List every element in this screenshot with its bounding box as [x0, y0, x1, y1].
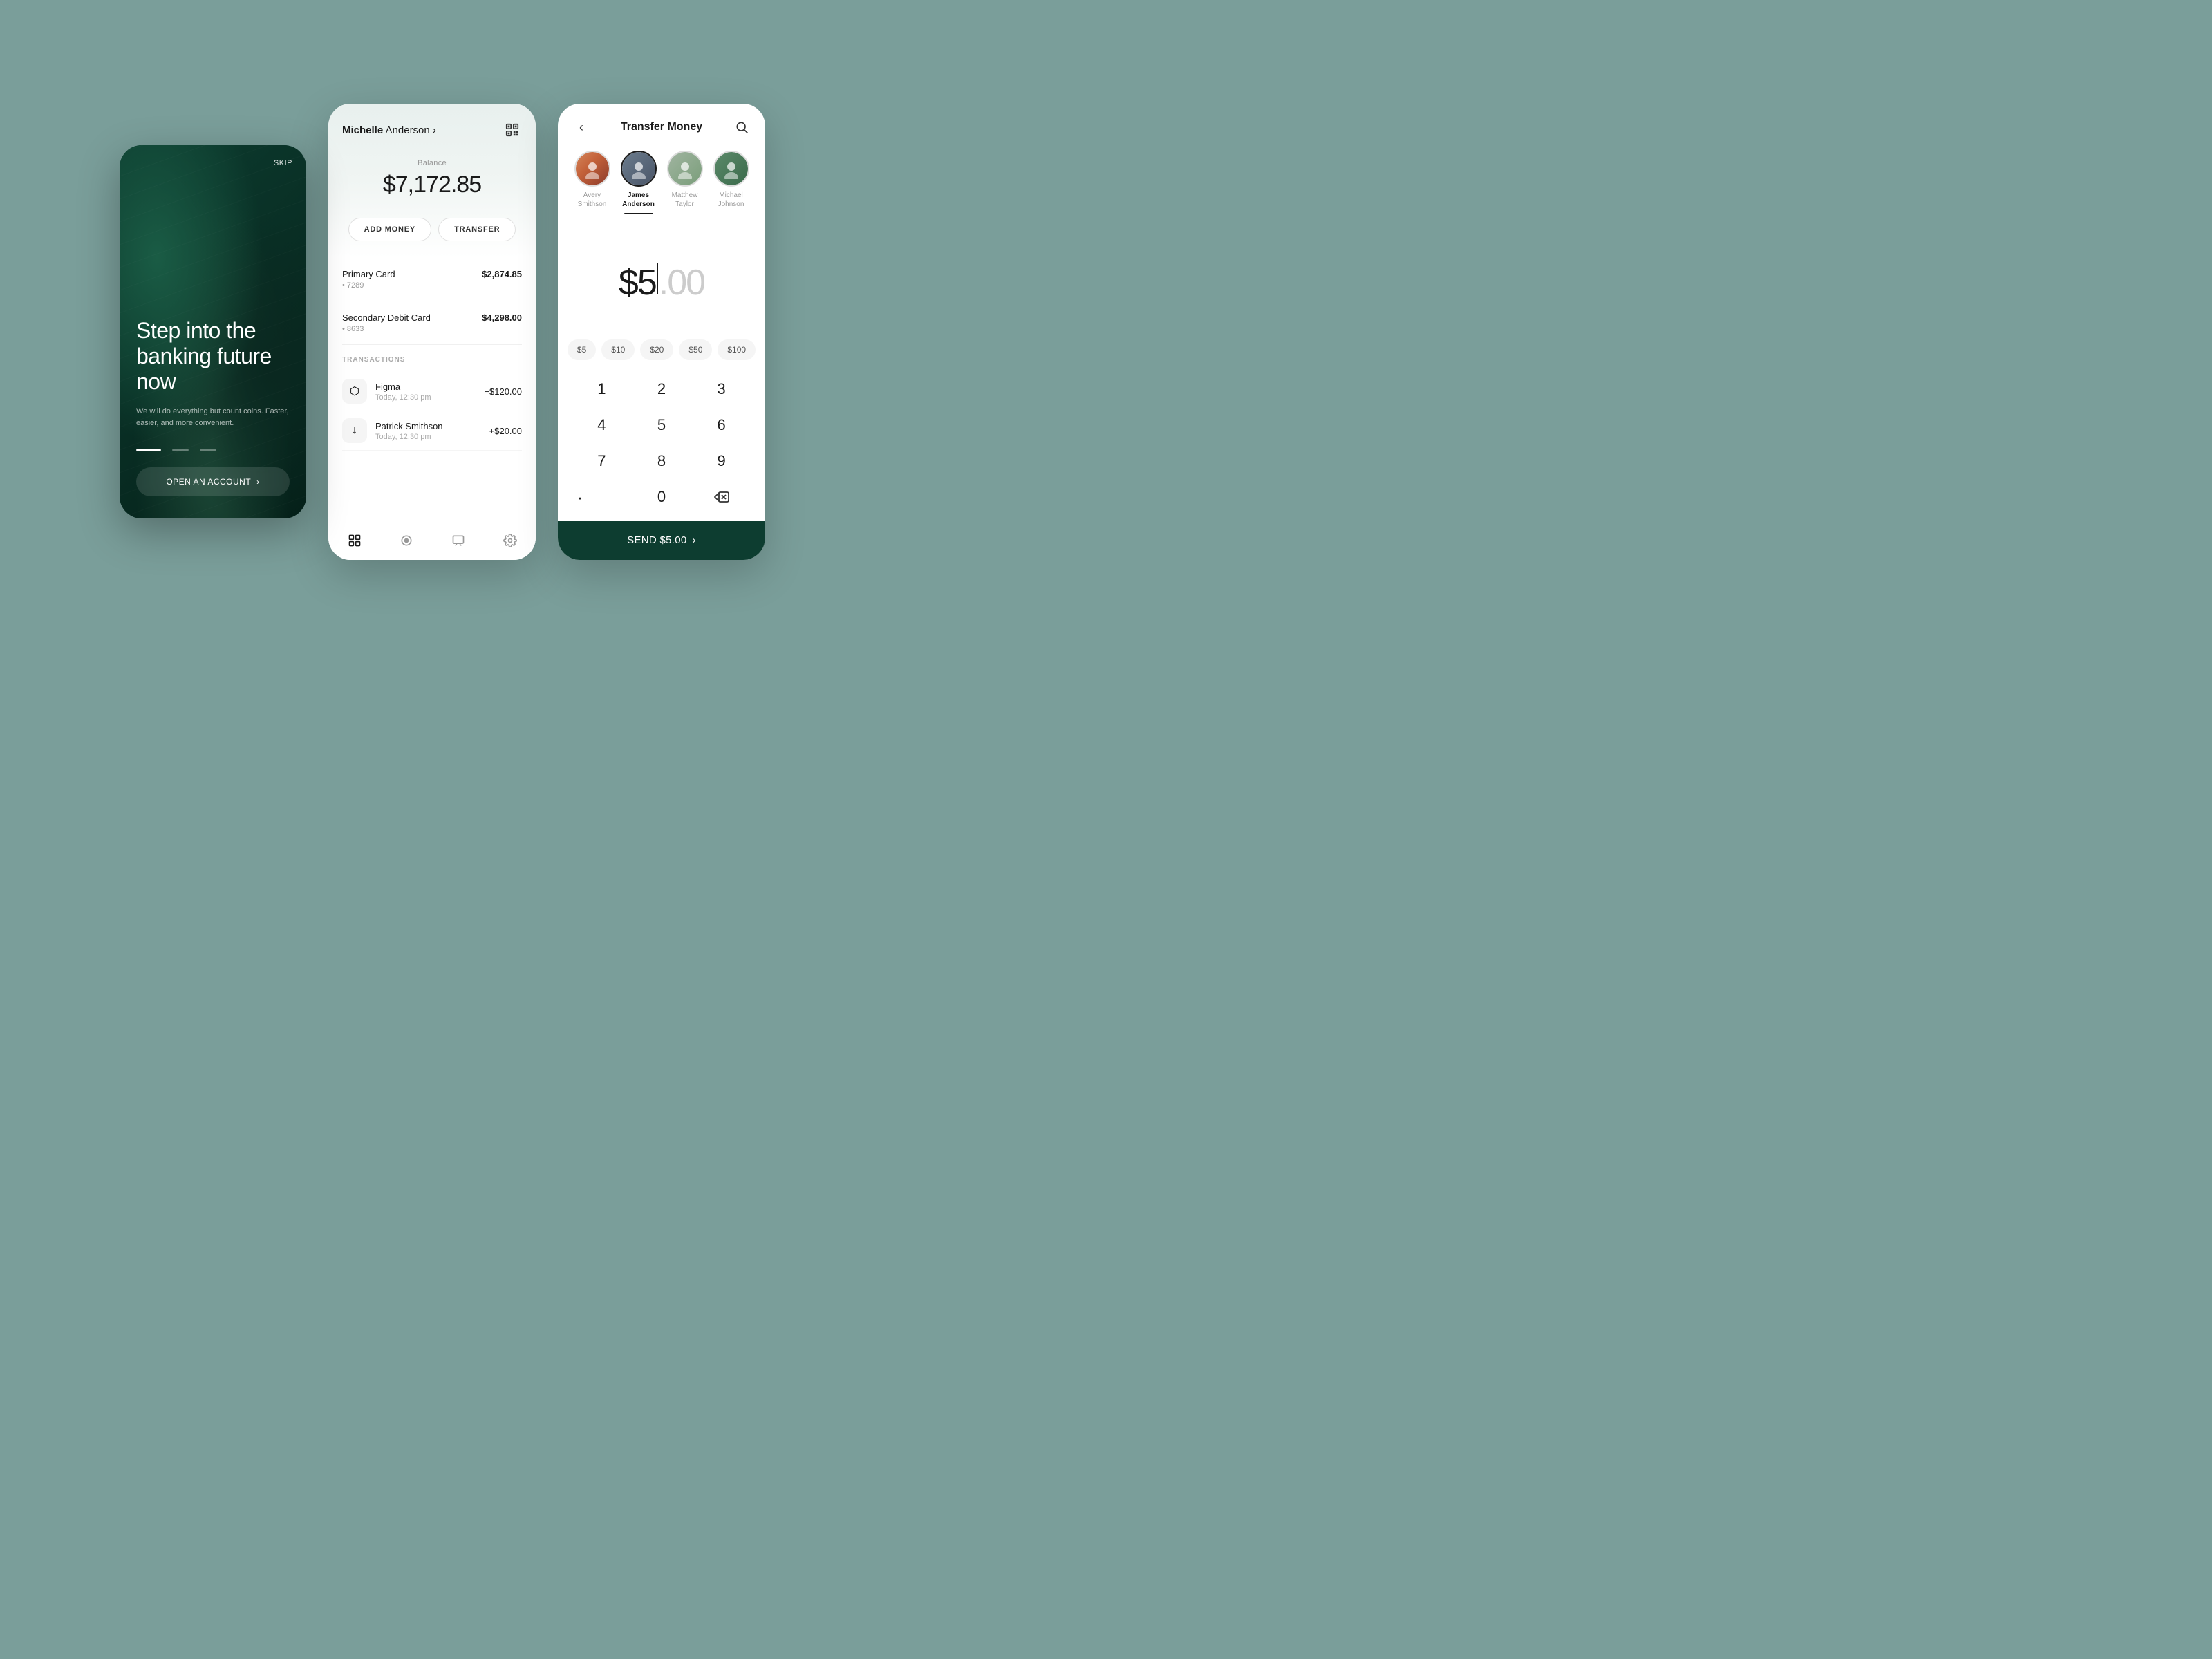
dashboard-header: Michelle Anderson ›: [328, 104, 536, 258]
key-8[interactable]: 8: [632, 443, 692, 479]
quick-20[interactable]: $20: [640, 339, 673, 360]
contact-name-michael: MichaelJohnson: [718, 191, 744, 209]
cursor: [657, 263, 658, 294]
key-9[interactable]: 9: [691, 443, 751, 479]
tx-name-patrick: Patrick Smithson: [375, 421, 481, 431]
transfer-header: ‹ Transfer Money: [558, 104, 765, 145]
quick-5[interactable]: $5: [568, 339, 596, 360]
secondary-card-amount: $4,298.00: [482, 312, 522, 323]
tx-amount-patrick: +$20.00: [489, 426, 522, 436]
onboarding-headline: Step into the banking future now: [136, 318, 290, 394]
card-number: • 7289: [342, 281, 522, 290]
tx-date-figma: Today, 12:30 pm: [375, 393, 476, 402]
tx-amount-figma: −$120.00: [484, 386, 522, 397]
contact-michael[interactable]: MichaelJohnson: [709, 151, 753, 214]
nav-settings-icon[interactable]: [500, 531, 520, 550]
key-6[interactable]: 6: [691, 407, 751, 443]
contact-james[interactable]: JamesAnderson: [617, 151, 661, 214]
selected-indicator: [624, 213, 653, 214]
search-button[interactable]: [732, 118, 751, 137]
transaction-patrick: ↓ Patrick Smithson Today, 12:30 pm +$20.…: [342, 411, 522, 451]
amount-text: $5 .00: [619, 262, 704, 303]
avatar-james: [621, 151, 657, 187]
amount-main: $5: [619, 262, 656, 303]
secondary-card-name: Secondary Debit Card: [342, 312, 431, 323]
amount-decimal: .00: [659, 262, 704, 303]
numpad: 1 2 3 4 5 6 7 8 9 · 0: [558, 368, 765, 521]
key-5[interactable]: 5: [632, 407, 692, 443]
key-backspace[interactable]: [691, 479, 751, 515]
avatar-matthew: [667, 151, 703, 187]
back-button[interactable]: ‹: [572, 118, 591, 137]
tx-name-figma: Figma: [375, 382, 476, 392]
dot-1: [136, 449, 161, 451]
skip-button[interactable]: SKIP: [274, 159, 292, 167]
balance-amount: $7,172.85: [342, 171, 522, 198]
screen-transfer: ‹ Transfer Money AverySmithson: [558, 104, 765, 560]
onboarding-content: Step into the banking future now We will…: [136, 318, 290, 496]
quick-50[interactable]: $50: [679, 339, 712, 360]
card-row: Primary Card $2,874.85: [342, 269, 522, 279]
dashboard-top-row: Michelle Anderson ›: [342, 120, 522, 140]
bottom-navigation: [328, 521, 536, 560]
primary-card-item: Primary Card $2,874.85 • 7289: [342, 258, 522, 301]
tx-info-patrick: Patrick Smithson Today, 12:30 pm: [375, 421, 481, 441]
qr-icon[interactable]: [503, 120, 522, 140]
tx-info-figma: Figma Today, 12:30 pm: [375, 382, 476, 402]
send-button[interactable]: SEND $5.00 ›: [558, 521, 765, 560]
balance-label: Balance: [342, 159, 522, 167]
key-7[interactable]: 7: [572, 443, 632, 479]
quick-100[interactable]: $100: [718, 339, 756, 360]
card-row-2: Secondary Debit Card $4,298.00: [342, 312, 522, 323]
screen-dashboard: Michelle Anderson ›: [328, 104, 536, 560]
key-2[interactable]: 2: [632, 371, 692, 407]
user-name-header: Michelle Anderson ›: [342, 124, 436, 136]
dot-3: [200, 449, 216, 451]
nav-circle-icon[interactable]: [397, 531, 416, 550]
avatar-avery: [574, 151, 610, 187]
transaction-figma: ⬡ Figma Today, 12:30 pm −$120.00: [342, 372, 522, 411]
open-account-button[interactable]: OPEN AN ACCOUNT ›: [136, 467, 290, 496]
card-name: Primary Card: [342, 269, 395, 279]
quick-10[interactable]: $10: [601, 339, 635, 360]
contact-matthew[interactable]: MatthewTaylor: [663, 151, 707, 214]
card-amount: $2,874.85: [482, 269, 522, 279]
onboarding-subtitle: We will do everything but count coins. F…: [136, 406, 290, 430]
tx-date-patrick: Today, 12:30 pm: [375, 433, 481, 441]
action-buttons: ADD MONEY TRANSFER: [342, 209, 522, 244]
transactions-label: TRANSACTIONS: [342, 356, 522, 364]
transfer-title: Transfer Money: [621, 121, 702, 133]
send-label: SEND $5.00: [627, 534, 686, 546]
key-4[interactable]: 4: [572, 407, 632, 443]
nav-chat-icon[interactable]: [449, 531, 468, 550]
secondary-card-number: • 8633: [342, 325, 522, 333]
balance-section: Balance $7,172.85: [342, 153, 522, 209]
transfer-button[interactable]: TRANSFER: [438, 218, 516, 241]
key-3[interactable]: 3: [691, 371, 751, 407]
secondary-card-item: Secondary Debit Card $4,298.00 • 8633: [342, 301, 522, 345]
contact-name-matthew: MatthewTaylor: [672, 191, 698, 209]
transactions-section: TRANSACTIONS ⬡ Figma Today, 12:30 pm −$1…: [342, 345, 522, 456]
key-1[interactable]: 1: [572, 371, 632, 407]
add-money-button[interactable]: ADD MONEY: [348, 218, 431, 241]
progress-dots: [136, 449, 290, 451]
patrick-icon: ↓: [342, 418, 367, 443]
key-0[interactable]: 0: [632, 479, 692, 515]
send-arrow: ›: [693, 534, 696, 546]
contact-name-avery: AverySmithson: [578, 191, 607, 209]
contact-name-james: JamesAnderson: [622, 191, 655, 209]
key-dot[interactable]: ·: [572, 479, 588, 515]
dot-2: [172, 449, 189, 451]
avatar-michael: [713, 151, 749, 187]
dashboard-body: Primary Card $2,874.85 • 7289 Secondary …: [328, 258, 536, 521]
contacts-row: AverySmithson JamesAnderson: [558, 145, 765, 225]
quick-amounts: $5 $10 $20 $50 $100: [558, 339, 765, 368]
amount-display: $5 .00: [558, 225, 765, 339]
screen-onboarding: SKIP Step into the banking future now We…: [120, 145, 306, 518]
nav-home-icon[interactable]: [345, 531, 364, 550]
figma-icon: ⬡: [342, 379, 367, 404]
contact-avery[interactable]: AverySmithson: [570, 151, 615, 214]
